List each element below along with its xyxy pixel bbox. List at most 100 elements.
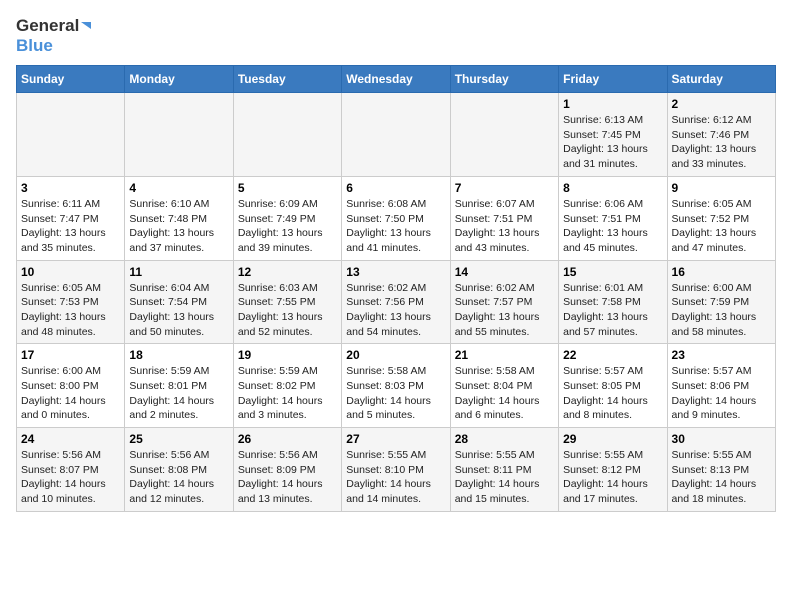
day-info: Sunrise: 6:00 AM Sunset: 8:00 PM Dayligh…: [21, 364, 120, 423]
day-number: 26: [238, 432, 337, 446]
weekday-header-cell: Thursday: [450, 66, 558, 93]
day-info: Sunrise: 6:04 AM Sunset: 7:54 PM Dayligh…: [129, 281, 228, 340]
calendar-cell: 28 Sunrise: 5:55 AM Sunset: 8:11 PM Dayli…: [450, 428, 558, 512]
day-number: 2: [672, 97, 771, 111]
calendar-cell: 13 Sunrise: 6:02 AM Sunset: 7:56 PM Dayli…: [342, 260, 450, 344]
day-info: Sunrise: 5:55 AM Sunset: 8:10 PM Dayligh…: [346, 448, 445, 507]
calendar-cell: 8 Sunrise: 6:06 AM Sunset: 7:51 PM Daylig…: [559, 176, 667, 260]
calendar-cell: [450, 93, 558, 177]
day-info: Sunrise: 5:57 AM Sunset: 8:05 PM Dayligh…: [563, 364, 662, 423]
day-info: Sunrise: 5:59 AM Sunset: 8:02 PM Dayligh…: [238, 364, 337, 423]
page-header: General Blue: [16, 16, 776, 55]
day-info: Sunrise: 6:08 AM Sunset: 7:50 PM Dayligh…: [346, 197, 445, 256]
calendar-cell: 25 Sunrise: 5:56 AM Sunset: 8:08 PM Dayli…: [125, 428, 233, 512]
calendar-cell: 22 Sunrise: 5:57 AM Sunset: 8:05 PM Dayli…: [559, 344, 667, 428]
calendar-week-row: 3 Sunrise: 6:11 AM Sunset: 7:47 PM Daylig…: [17, 176, 776, 260]
day-number: 1: [563, 97, 662, 111]
day-number: 27: [346, 432, 445, 446]
day-number: 17: [21, 348, 120, 362]
day-number: 5: [238, 181, 337, 195]
weekday-header-cell: Tuesday: [233, 66, 341, 93]
day-info: Sunrise: 6:05 AM Sunset: 7:53 PM Dayligh…: [21, 281, 120, 340]
calendar-cell: 1 Sunrise: 6:13 AM Sunset: 7:45 PM Daylig…: [559, 93, 667, 177]
weekday-header-row: SundayMondayTuesdayWednesdayThursdayFrid…: [17, 66, 776, 93]
day-info: Sunrise: 5:58 AM Sunset: 8:04 PM Dayligh…: [455, 364, 554, 423]
day-number: 19: [238, 348, 337, 362]
weekday-header-cell: Saturday: [667, 66, 775, 93]
calendar-cell: [233, 93, 341, 177]
day-number: 16: [672, 265, 771, 279]
day-info: Sunrise: 5:56 AM Sunset: 8:09 PM Dayligh…: [238, 448, 337, 507]
calendar-cell: [125, 93, 233, 177]
calendar-cell: 5 Sunrise: 6:09 AM Sunset: 7:49 PM Daylig…: [233, 176, 341, 260]
calendar-week-row: 1 Sunrise: 6:13 AM Sunset: 7:45 PM Daylig…: [17, 93, 776, 177]
day-number: 3: [21, 181, 120, 195]
day-number: 14: [455, 265, 554, 279]
day-info: Sunrise: 6:09 AM Sunset: 7:49 PM Dayligh…: [238, 197, 337, 256]
day-number: 25: [129, 432, 228, 446]
day-number: 22: [563, 348, 662, 362]
calendar-cell: 9Sunrise: 6:05 AM Sunset: 7:52 PM Daylig…: [667, 176, 775, 260]
day-number: 28: [455, 432, 554, 446]
day-info: Sunrise: 6:10 AM Sunset: 7:48 PM Dayligh…: [129, 197, 228, 256]
calendar-cell: 17 Sunrise: 6:00 AM Sunset: 8:00 PM Dayli…: [17, 344, 125, 428]
day-info: Sunrise: 5:56 AM Sunset: 8:08 PM Dayligh…: [129, 448, 228, 507]
calendar-cell: 20 Sunrise: 5:58 AM Sunset: 8:03 PM Dayli…: [342, 344, 450, 428]
day-info: Sunrise: 5:55 AM Sunset: 8:11 PM Dayligh…: [455, 448, 554, 507]
calendar-week-row: 10 Sunrise: 6:05 AM Sunset: 7:53 PM Dayli…: [17, 260, 776, 344]
day-info: Sunrise: 6:13 AM Sunset: 7:45 PM Dayligh…: [563, 113, 662, 172]
calendar-cell: 16Sunrise: 6:00 AM Sunset: 7:59 PM Dayli…: [667, 260, 775, 344]
day-info: Sunrise: 6:06 AM Sunset: 7:51 PM Dayligh…: [563, 197, 662, 256]
day-number: 30: [672, 432, 771, 446]
day-number: 23: [672, 348, 771, 362]
day-number: 18: [129, 348, 228, 362]
day-info: Sunrise: 5:58 AM Sunset: 8:03 PM Dayligh…: [346, 364, 445, 423]
calendar-cell: 12 Sunrise: 6:03 AM Sunset: 7:55 PM Dayli…: [233, 260, 341, 344]
day-info: Sunrise: 6:05 AM Sunset: 7:52 PM Dayligh…: [672, 197, 771, 256]
day-number: 24: [21, 432, 120, 446]
calendar-cell: 19 Sunrise: 5:59 AM Sunset: 8:02 PM Dayli…: [233, 344, 341, 428]
weekday-header-cell: Wednesday: [342, 66, 450, 93]
calendar-cell: 23 Sunrise: 5:57 AM Sunset: 8:06 PM Dayli…: [667, 344, 775, 428]
calendar-cell: 2 Sunrise: 6:12 AM Sunset: 7:46 PM Daylig…: [667, 93, 775, 177]
calendar-body: 1 Sunrise: 6:13 AM Sunset: 7:45 PM Daylig…: [17, 93, 776, 512]
day-number: 13: [346, 265, 445, 279]
day-number: 7: [455, 181, 554, 195]
day-number: 20: [346, 348, 445, 362]
calendar-week-row: 17 Sunrise: 6:00 AM Sunset: 8:00 PM Dayli…: [17, 344, 776, 428]
calendar-week-row: 24 Sunrise: 5:56 AM Sunset: 8:07 PM Dayli…: [17, 428, 776, 512]
logo: General Blue: [16, 16, 91, 55]
day-info: Sunrise: 6:02 AM Sunset: 7:57 PM Dayligh…: [455, 281, 554, 340]
day-info: Sunrise: 6:11 AM Sunset: 7:47 PM Dayligh…: [21, 197, 120, 256]
calendar-cell: 18 Sunrise: 5:59 AM Sunset: 8:01 PM Dayli…: [125, 344, 233, 428]
day-number: 4: [129, 181, 228, 195]
day-info: Sunrise: 5:55 AM Sunset: 8:12 PM Dayligh…: [563, 448, 662, 507]
day-info: Sunrise: 5:57 AM Sunset: 8:06 PM Dayligh…: [672, 364, 771, 423]
calendar-cell: [342, 93, 450, 177]
weekday-header-cell: Friday: [559, 66, 667, 93]
day-info: Sunrise: 6:02 AM Sunset: 7:56 PM Dayligh…: [346, 281, 445, 340]
day-info: Sunrise: 6:12 AM Sunset: 7:46 PM Dayligh…: [672, 113, 771, 172]
day-info: Sunrise: 6:07 AM Sunset: 7:51 PM Dayligh…: [455, 197, 554, 256]
calendar-cell: 30Sunrise: 5:55 AM Sunset: 8:13 PM Dayli…: [667, 428, 775, 512]
calendar-cell: 26 Sunrise: 5:56 AM Sunset: 8:09 PM Dayli…: [233, 428, 341, 512]
day-info: Sunrise: 6:03 AM Sunset: 7:55 PM Dayligh…: [238, 281, 337, 340]
calendar-cell: 15 Sunrise: 6:01 AM Sunset: 7:58 PM Dayli…: [559, 260, 667, 344]
calendar-cell: 21 Sunrise: 5:58 AM Sunset: 8:04 PM Dayli…: [450, 344, 558, 428]
day-number: 15: [563, 265, 662, 279]
day-number: 12: [238, 265, 337, 279]
day-info: Sunrise: 5:56 AM Sunset: 8:07 PM Dayligh…: [21, 448, 120, 507]
day-number: 8: [563, 181, 662, 195]
weekday-header-cell: Sunday: [17, 66, 125, 93]
day-number: 11: [129, 265, 228, 279]
day-number: 6: [346, 181, 445, 195]
day-number: 21: [455, 348, 554, 362]
calendar-cell: [17, 93, 125, 177]
day-info: Sunrise: 6:01 AM Sunset: 7:58 PM Dayligh…: [563, 281, 662, 340]
day-info: Sunrise: 5:59 AM Sunset: 8:01 PM Dayligh…: [129, 364, 228, 423]
calendar-cell: 7 Sunrise: 6:07 AM Sunset: 7:51 PM Daylig…: [450, 176, 558, 260]
day-number: 10: [21, 265, 120, 279]
calendar-cell: 29Sunrise: 5:55 AM Sunset: 8:12 PM Dayli…: [559, 428, 667, 512]
calendar-table: SundayMondayTuesdayWednesdayThursdayFrid…: [16, 65, 776, 512]
weekday-header-cell: Monday: [125, 66, 233, 93]
